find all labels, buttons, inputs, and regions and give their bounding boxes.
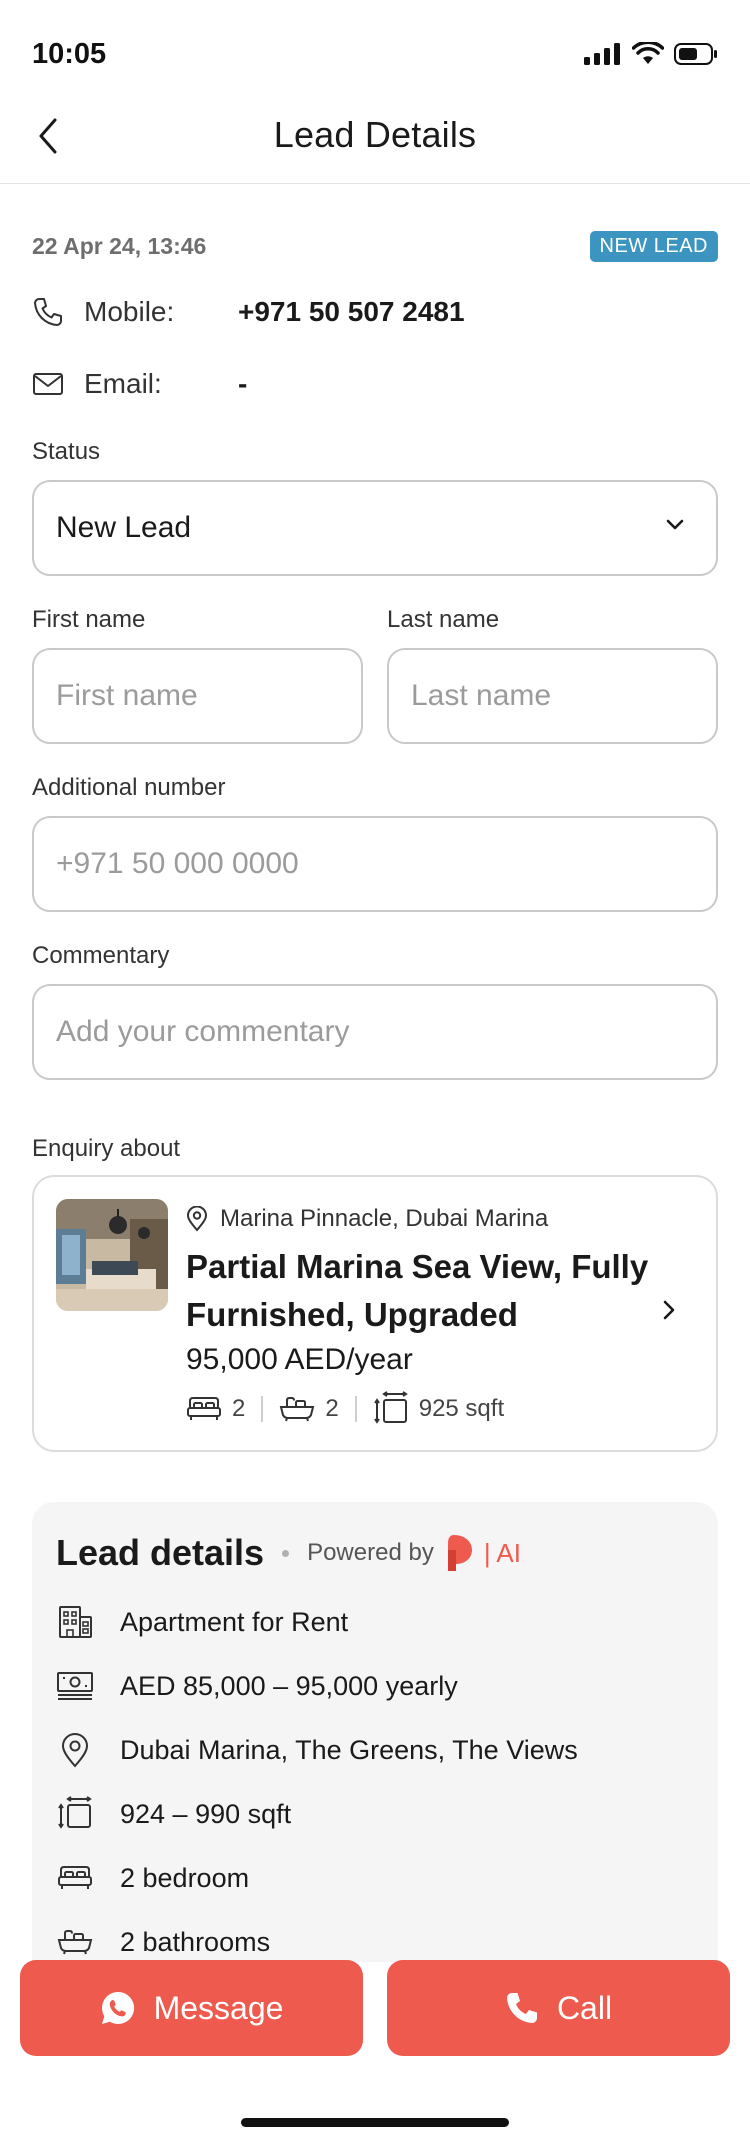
enquiry-title: Partial Marina Sea View, Fully Furnished… — [186, 1248, 649, 1333]
call-button[interactable]: Call — [387, 1960, 730, 2056]
first-name-input[interactable]: First name — [32, 648, 363, 744]
enquiry-location-text: Marina Pinnacle, Dubai Marina — [220, 1205, 549, 1232]
mobile-row[interactable]: Mobile: +971 50 507 2481 — [32, 290, 465, 334]
signal-icon — [584, 43, 622, 70]
area-icon — [56, 1796, 94, 1832]
bed-icon — [56, 1865, 94, 1891]
message-button[interactable]: Message — [20, 1960, 363, 2056]
spec-area: 925 sqft — [373, 1391, 504, 1427]
call-button-label: Call — [556, 1989, 613, 2026]
spec-divider — [261, 1396, 264, 1422]
location-pin-icon — [186, 1206, 208, 1232]
phone-icon — [506, 1993, 537, 2023]
nav-bar: Lead Details — [0, 100, 750, 184]
lead-detail-text: Dubai Marina, The Greens, The Views — [120, 1734, 578, 1765]
ai-label: | AI — [483, 1537, 521, 1568]
property-thumbnail — [56, 1199, 168, 1311]
home-indicator — [241, 2118, 509, 2127]
lead-date: 22 Apr 24, 13:46 — [32, 232, 207, 259]
enquiry-card[interactable]: Marina Pinnacle, Dubai Marina Partial Ma… — [32, 1175, 718, 1452]
additional-number-input[interactable]: +971 50 000 0000 — [32, 816, 718, 912]
phone-icon — [32, 296, 70, 328]
lead-detail-item: 924 – 990 sqft — [56, 1792, 291, 1836]
email-row[interactable]: Email: - — [32, 362, 247, 406]
enquiry-price: 95,000 AED/year — [186, 1343, 413, 1376]
spec-divider — [354, 1396, 357, 1422]
building-icon — [56, 1604, 94, 1640]
last-name-input[interactable]: Last name — [387, 648, 718, 744]
powered-by-text: Powered by — [307, 1539, 434, 1566]
status-select[interactable]: New Lead — [32, 480, 718, 576]
enquiry-location: Marina Pinnacle, Dubai Marina — [186, 1205, 548, 1233]
separator-dot — [282, 1549, 290, 1557]
lead-detail-item: Apartment for Rent — [56, 1600, 348, 1644]
mobile-label: Mobile: — [84, 296, 175, 327]
chevron-down-icon — [666, 519, 684, 530]
spec-bathrooms: 2 — [279, 1395, 339, 1423]
commentary-label: Commentary — [32, 942, 170, 969]
last-name-label: Last name — [387, 606, 500, 633]
brand-logo-icon — [444, 1533, 474, 1573]
lead-detail-text: 2 bedroom — [120, 1862, 250, 1893]
lead-meta: 22 Apr 24, 13:46 NEW LEAD — [32, 228, 718, 264]
status-bar: 10:05 — [0, 0, 750, 100]
spec-bedrooms: 2 — [186, 1395, 245, 1423]
battery-icon — [674, 43, 718, 70]
lead-detail-item: AED 85,000 – 95,000 yearly — [56, 1664, 458, 1708]
message-button-label: Message — [153, 1989, 284, 2026]
enquiry-specs: 2 2 925 sqft — [186, 1391, 504, 1427]
area-icon — [373, 1391, 408, 1424]
lead-details-panel: Lead details Powered by | AI Apartment f… — [32, 1502, 718, 1962]
location-pin-icon — [56, 1732, 94, 1768]
lead-detail-text: 924 – 990 sqft — [120, 1798, 292, 1829]
enquiry-label: Enquiry about — [32, 1135, 181, 1162]
status-time: 10:05 — [32, 38, 107, 70]
lead-detail-text: Apartment for Rent — [120, 1606, 349, 1637]
additional-number-label: Additional number — [32, 774, 226, 801]
mail-icon — [32, 371, 70, 397]
money-icon — [56, 1670, 94, 1702]
additional-number-placeholder: +971 50 000 0000 — [56, 847, 299, 880]
first-name-label: First name — [32, 606, 146, 633]
lead-detail-text: AED 85,000 – 95,000 yearly — [120, 1670, 458, 1701]
chevron-right-icon — [663, 1300, 675, 1320]
status-select-value: New Lead — [56, 511, 192, 544]
mobile-value[interactable]: +971 50 507 2481 — [238, 296, 465, 328]
area-value: 925 sqft — [418, 1395, 505, 1422]
lead-details-header: Lead details Powered by | AI — [56, 1532, 521, 1574]
status-icons — [584, 40, 718, 71]
email-value: - — [238, 368, 248, 399]
wifi-icon — [631, 40, 665, 71]
lead-detail-item: 2 bathrooms — [56, 1920, 270, 1964]
whatsapp-icon — [101, 1991, 134, 2024]
first-name-placeholder: First name — [56, 679, 198, 712]
commentary-input[interactable]: Add your commentary — [32, 984, 718, 1080]
bed-icon — [187, 1397, 221, 1420]
status-label: Status — [32, 438, 101, 465]
lead-detail-item: 2 bedroom — [56, 1856, 249, 1900]
bedrooms-count: 2 — [232, 1395, 246, 1422]
lead-details-title: Lead details — [56, 1532, 265, 1573]
bathrooms-count: 2 — [325, 1395, 339, 1422]
bath-icon — [56, 1929, 94, 1955]
email-label: Email: — [84, 368, 162, 399]
last-name-placeholder: Last name — [411, 679, 552, 712]
page-title: Lead Details — [273, 114, 477, 155]
bath-icon — [280, 1397, 315, 1422]
status-badge: NEW LEAD — [589, 230, 718, 262]
lead-detail-item: Dubai Marina, The Greens, The Views — [56, 1728, 578, 1772]
commentary-placeholder: Add your commentary — [56, 1015, 350, 1048]
lead-detail-text: 2 bathrooms — [120, 1926, 271, 1957]
